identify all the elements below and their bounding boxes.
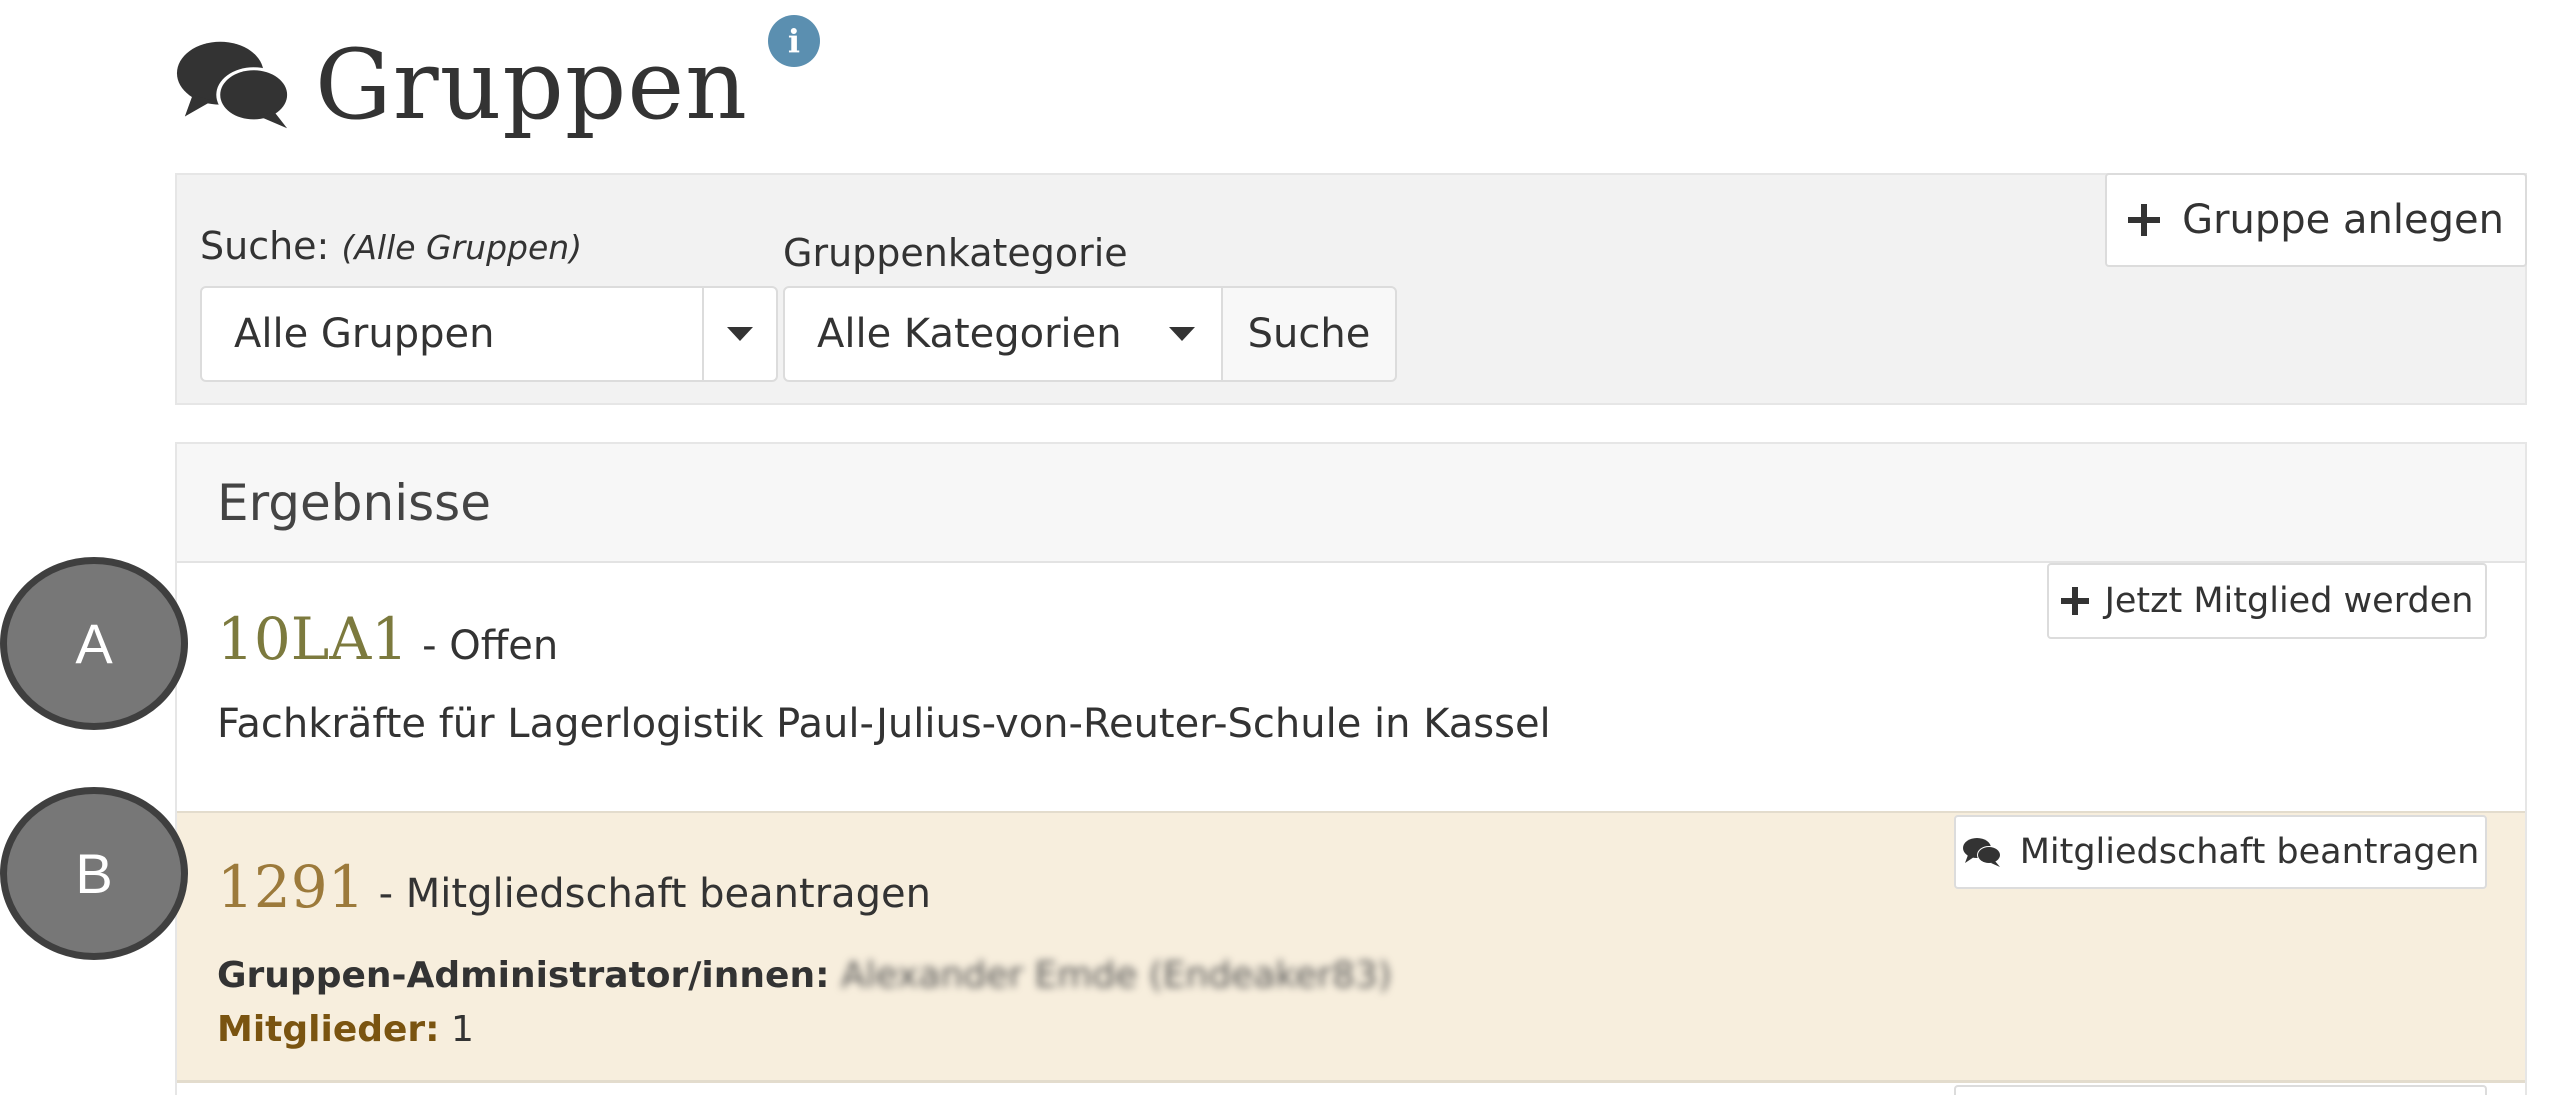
search-label-text: Suche: — [200, 224, 330, 268]
search-select-value: Alle Gruppen — [234, 311, 495, 357]
search-select-toggle[interactable] — [702, 288, 776, 380]
create-group-button[interactable]: Gruppe anlegen — [2105, 173, 2527, 267]
annotation-marker-a: A — [0, 557, 188, 730]
group-members-value: 1 — [451, 1009, 474, 1050]
group-name-link[interactable]: 10LA1 — [217, 605, 408, 673]
join-group-button[interactable]: Jetzt Mitglied werden — [2047, 563, 2487, 639]
group-row: 1291 - Mitgliedschaft beantragen Gruppen… — [177, 813, 2525, 1083]
category-label: Gruppenkategorie — [783, 231, 1128, 275]
category-select-value: Alle Kategorien — [817, 311, 1122, 357]
group-admins: Gruppen-Administrator/innen: Alexander E… — [217, 955, 1392, 996]
group-members: Mitglieder: 1 — [217, 1009, 474, 1050]
join-group-label: Jetzt Mitglied werden — [2104, 581, 2474, 621]
chat-bubbles-icon — [1962, 838, 2001, 867]
group-members-label: Mitglieder: — [217, 1009, 440, 1050]
search-select[interactable]: Alle Gruppen — [200, 286, 778, 382]
caret-down-icon — [1169, 327, 1195, 341]
group-admins-value: Alexander Emde (Endeaker83) — [840, 955, 1392, 996]
group-admins-label: Gruppen-Administrator/innen: — [217, 955, 830, 996]
request-membership-button[interactable]: Mitgliedschaft beantragen — [1954, 815, 2487, 889]
page-title: Gruppen — [315, 29, 748, 141]
request-membership-label: Mitgliedschaft beantragen — [2019, 832, 2480, 872]
group-description: Fachkräfte für Lagerlogistik Paul-Julius… — [217, 701, 1551, 747]
caret-down-icon — [727, 327, 753, 341]
group-status: - Offen — [422, 623, 559, 669]
plus-icon — [2060, 587, 2089, 615]
create-group-label: Gruppe anlegen — [2182, 197, 2504, 243]
group-row — [177, 1083, 2525, 1095]
search-label-hint: (Alle Gruppen) — [341, 228, 583, 267]
chat-bubbles-icon — [176, 41, 292, 129]
group-status: - Mitgliedschaft beantragen — [378, 871, 932, 917]
info-icon[interactable]: i — [768, 15, 820, 67]
results-header: Ergebnisse — [177, 444, 2525, 563]
group-row: 10LA1 - Offen Fachkräfte für Lagerlogist… — [177, 563, 2525, 813]
group-title: 10LA1 - Offen — [217, 605, 558, 673]
category-select[interactable]: Alle Kategorien — [783, 286, 1223, 382]
results-panel: Ergebnisse 10LA1 - Offen Fachkräfte für … — [175, 442, 2527, 1095]
results-title: Ergebnisse — [217, 473, 491, 532]
plus-icon — [2128, 204, 2161, 236]
search-button[interactable]: Suche — [1221, 286, 1397, 382]
page-header: Gruppen — [175, 30, 748, 140]
search-label: Suche: (Alle Gruppen) — [200, 224, 582, 268]
annotation-marker-b: B — [0, 787, 188, 960]
group-name-link[interactable]: 1291 — [217, 853, 365, 921]
group-title: 1291 - Mitgliedschaft beantragen — [217, 853, 931, 921]
group-action-button[interactable] — [1954, 1085, 2487, 1095]
